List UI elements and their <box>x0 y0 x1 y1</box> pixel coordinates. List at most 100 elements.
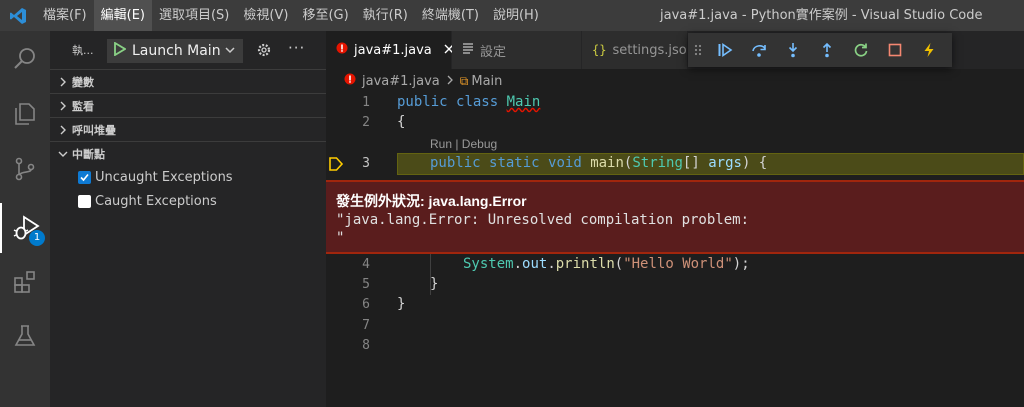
chevron-down-icon <box>58 148 68 163</box>
run-debug-codelens[interactable]: Run | Debug <box>430 137 497 151</box>
section-title: 中斷點 <box>72 147 105 161</box>
line-number: 6 <box>362 297 370 312</box>
exception-message: "java.lang.Error: Unresolved compilation… <box>336 212 750 246</box>
section-title: 呼叫堆疊 <box>72 123 116 137</box>
menu-run[interactable]: 執行(R) <box>356 0 415 31</box>
chevron-right-icon <box>58 100 68 115</box>
menu-go[interactable]: 移至(G) <box>295 0 355 31</box>
code-line-1: public class Main <box>397 94 540 110</box>
tab-label: settings.jso <box>612 42 687 58</box>
menu-edit[interactable]: 編輯(E) <box>93 0 152 31</box>
launch-config-label: Launch Main <box>132 43 221 59</box>
line-number: 1 <box>362 95 370 110</box>
start-debugging-icon[interactable] <box>114 41 127 60</box>
menu-terminal[interactable]: 終端機(T) <box>415 0 486 31</box>
punct: ( <box>614 256 624 272</box>
hot-code-replace-icon[interactable] <box>912 33 946 67</box>
breakpoint-uncaught[interactable]: Uncaught Exceptions <box>50 165 326 189</box>
punct: [] <box>682 155 709 171</box>
debug-toolbar <box>688 33 952 67</box>
class-symbol-icon: ⧉ <box>459 73 469 88</box>
explorer-icon[interactable] <box>0 89 50 139</box>
chevron-right-icon <box>58 124 68 139</box>
search-icon[interactable] <box>0 34 50 84</box>
exception-title: 發生例外狀況: java.lang.Error <box>336 193 527 209</box>
launch-config-dropdown[interactable]: Launch Main <box>107 39 243 63</box>
punct: ); <box>732 256 750 272</box>
caught-exceptions-checkbox[interactable] <box>78 194 91 208</box>
sidebar-title: 執... <box>72 44 94 57</box>
keyword: static <box>489 155 540 171</box>
code-line-6: } <box>397 296 406 312</box>
menu-file[interactable]: 檔案(F) <box>36 0 94 31</box>
uncaught-exceptions-checkbox[interactable] <box>78 170 91 184</box>
stop-icon[interactable] <box>878 33 912 67</box>
tab-settings-json[interactable]: {} settings.jso <box>582 31 688 69</box>
line-number: 5 <box>362 277 370 292</box>
section-call-stack[interactable]: 呼叫堆疊 <box>50 117 326 141</box>
more-actions-icon[interactable]: ··· <box>288 39 305 57</box>
tab-label: java#1.java <box>354 42 432 58</box>
testing-icon[interactable] <box>0 311 50 361</box>
code-line-5: } <box>430 276 439 292</box>
chevron-right-icon <box>446 74 454 89</box>
section-title: 變數 <box>72 75 94 89</box>
section-title: 監看 <box>72 99 94 113</box>
java-error-icon <box>344 73 356 89</box>
step-over-icon[interactable] <box>742 33 776 67</box>
menu-view[interactable]: 檢視(V) <box>236 0 295 31</box>
section-breakpoints[interactable]: 中斷點 <box>50 141 326 165</box>
code-line-3: public static void main(String[] args) { <box>430 155 767 171</box>
class-name: Main <box>506 94 541 110</box>
debug-badge: 1 <box>29 230 45 246</box>
title-bar: 檔案(F) 編輯(E) 選取項目(S) 檢視(V) 移至(G) 執行(R) 終端… <box>0 0 1024 31</box>
chevron-down-icon <box>224 44 236 60</box>
keyword: public <box>430 155 481 171</box>
type-name: String <box>632 155 683 171</box>
tab-java-file[interactable]: java#1.java <box>326 31 454 69</box>
breakpoint-caught[interactable]: Caught Exceptions <box>50 189 326 213</box>
java-error-icon <box>336 42 348 58</box>
param-name: args <box>708 155 742 171</box>
run-debug-icon[interactable]: 1 <box>0 203 50 253</box>
tab-settings[interactable]: 設定 <box>452 31 582 69</box>
activity-bar: 1 <box>0 31 50 407</box>
menu-help[interactable]: 說明(H) <box>486 0 546 31</box>
menu-bar: 檔案(F) 編輯(E) 選取項目(S) 檢視(V) 移至(G) 執行(R) 終端… <box>36 0 546 31</box>
drag-handle-icon[interactable] <box>688 43 708 57</box>
restart-icon[interactable] <box>844 33 878 67</box>
continue-icon[interactable] <box>708 33 742 67</box>
exception-widget: 發生例外狀況: java.lang.Error "java.lang.Error… <box>326 180 1024 254</box>
breadcrumb-symbol[interactable]: Main <box>471 74 502 89</box>
punct: . <box>547 256 556 272</box>
menu-selection[interactable]: 選取項目(S) <box>152 0 236 31</box>
debug-toolbar-header: 執... Launch Main ··· <box>50 31 326 69</box>
code-line-4: System.out.println("Hello World"); <box>463 256 750 272</box>
breadcrumb-file[interactable]: java#1.java <box>362 74 440 89</box>
breakpoint-label: Uncaught Exceptions <box>95 169 233 185</box>
line-number: 7 <box>362 318 370 333</box>
code-line-2: { <box>397 114 406 130</box>
line-number: 4 <box>362 257 370 272</box>
line-number: 2 <box>362 115 370 130</box>
punct: . <box>513 256 523 272</box>
method-name: main <box>590 155 624 171</box>
line-number: 8 <box>362 338 370 353</box>
section-variables[interactable]: 變數 <box>50 69 326 93</box>
json-braces-icon: {} <box>592 43 607 57</box>
step-into-icon[interactable] <box>776 33 810 67</box>
punct: ) { <box>741 155 768 171</box>
extensions-icon[interactable] <box>0 257 50 307</box>
tab-label: 設定 <box>480 44 507 60</box>
section-watch[interactable]: 監看 <box>50 93 326 117</box>
breakpoint-label: Caught Exceptions <box>95 193 217 209</box>
method-ref: println <box>555 256 615 272</box>
settings-list-icon <box>462 42 474 58</box>
keyword: public <box>397 94 448 110</box>
field-ref: out <box>522 256 548 272</box>
source-control-icon[interactable] <box>0 144 50 194</box>
chevron-right-icon <box>58 76 68 91</box>
gear-icon[interactable] <box>256 42 272 62</box>
step-out-icon[interactable] <box>810 33 844 67</box>
vscode-logo-icon <box>0 0 36 31</box>
